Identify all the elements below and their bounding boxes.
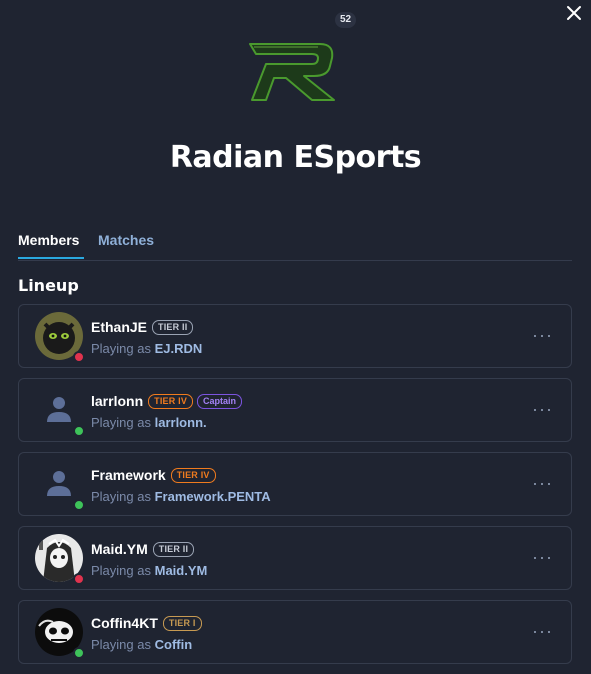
- playing-as-prefix: Playing as: [91, 415, 151, 430]
- more-options-icon[interactable]: ···: [532, 473, 553, 494]
- more-options-icon[interactable]: ···: [532, 547, 553, 568]
- playing-as-prefix: Playing as: [91, 489, 151, 504]
- playing-as-prefix: Playing as: [91, 563, 151, 578]
- more-options-icon[interactable]: ···: [532, 399, 553, 420]
- tab-members[interactable]: Members: [18, 232, 79, 248]
- member-name[interactable]: Maid.YM: [91, 541, 148, 557]
- in-game-name: EJ.RDN: [154, 341, 203, 356]
- playing-as-text: Playing as Maid.YM: [91, 563, 207, 578]
- playing-as-text: Playing as Framework.PENTA: [91, 489, 271, 504]
- team-name: Radian ESports: [169, 140, 422, 175]
- tier-badge: TIER II: [152, 319, 194, 335]
- member-name[interactable]: Coffin4KT: [91, 615, 158, 631]
- more-options-icon[interactable]: ···: [532, 325, 553, 346]
- tier-badge: TIER I: [162, 615, 202, 631]
- section-title: Lineup: [18, 276, 79, 295]
- status-online-dot: [73, 647, 85, 659]
- playing-as-text: Playing as larrlonn.: [91, 415, 207, 430]
- tier-badge: TIER II: [152, 541, 195, 557]
- tier-badge: TIER IV: [170, 467, 216, 483]
- more-options-icon[interactable]: ···: [532, 621, 553, 642]
- in-game-name: larrlonn.: [154, 415, 207, 430]
- tab-bar: Members Matches: [18, 224, 572, 261]
- playing-as-text: Playing as Coffin: [91, 637, 192, 652]
- playing-as-prefix: Playing as: [91, 637, 151, 652]
- member-card[interactable]: EthanJE TIER II Playing as EJ.RDN ···: [18, 304, 572, 368]
- status-online-dot: [73, 425, 85, 437]
- tier-badge: TIER IV: [148, 393, 194, 409]
- status-offline-dot: [73, 351, 85, 363]
- playing-as-prefix: Playing as: [91, 341, 151, 356]
- close-icon[interactable]: [563, 2, 585, 24]
- level-badge: 52: [335, 12, 357, 28]
- tab-matches[interactable]: Matches: [98, 232, 154, 248]
- in-game-name: Framework.PENTA: [154, 489, 271, 504]
- in-game-name: Coffin: [154, 637, 193, 652]
- member-card[interactable]: Coffin4KT TIER I Playing as Coffin ···: [18, 600, 572, 664]
- playing-as-text: Playing as EJ.RDN: [91, 341, 202, 356]
- member-name[interactable]: larrlonn: [91, 393, 143, 409]
- member-name[interactable]: Framework: [91, 467, 166, 483]
- status-online-dot: [73, 499, 85, 511]
- team-logo: [246, 40, 340, 104]
- member-card[interactable]: Framework TIER IV Playing as Framework.P…: [18, 452, 572, 516]
- member-card[interactable]: larrlonn TIER IV Captain Playing as larr…: [18, 378, 572, 442]
- member-card[interactable]: Maid.YM TIER II Playing as Maid.YM ···: [18, 526, 572, 590]
- member-name[interactable]: EthanJE: [91, 319, 147, 335]
- captain-badge: Captain: [197, 393, 243, 409]
- status-offline-dot: [73, 573, 85, 585]
- member-list: EthanJE TIER II Playing as EJ.RDN ··· la…: [18, 304, 572, 674]
- active-tab-indicator: [18, 257, 84, 259]
- in-game-name: Maid.YM: [154, 563, 208, 578]
